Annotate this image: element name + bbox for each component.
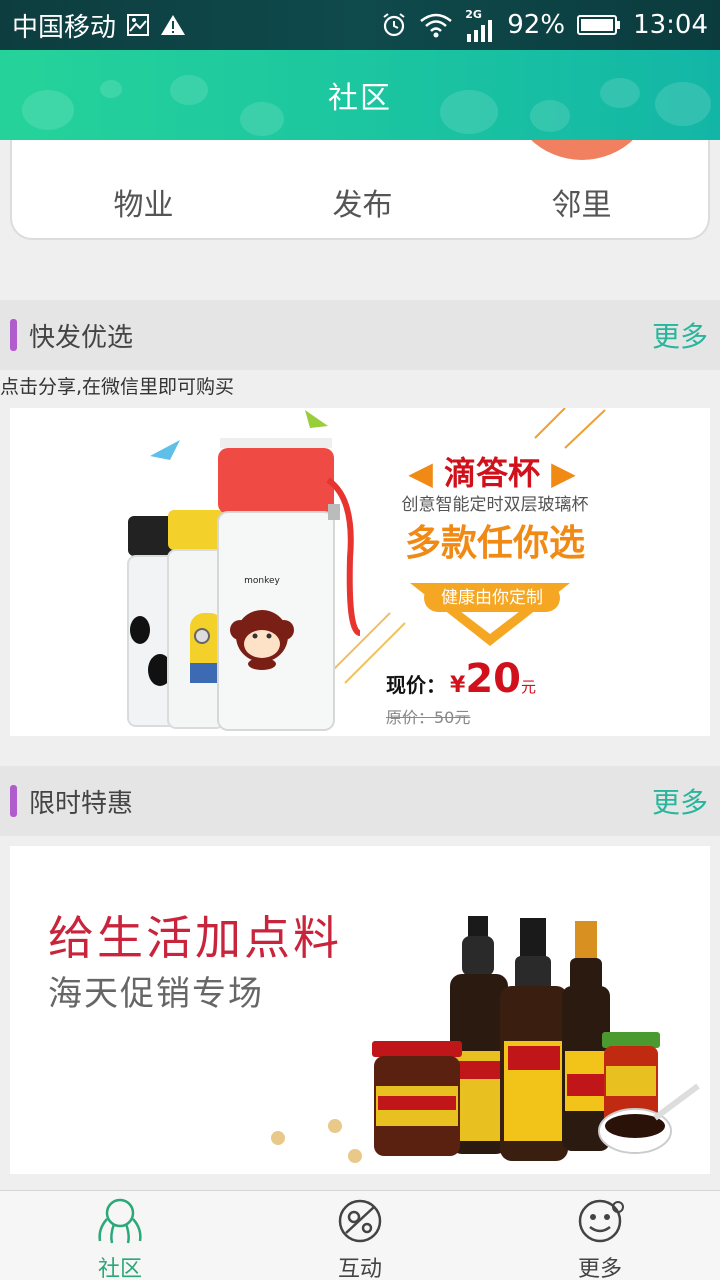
cup-text: monkey bbox=[244, 576, 280, 586]
smile-icon bbox=[574, 1197, 626, 1249]
price-value: 20 bbox=[465, 656, 521, 702]
product-name: ◀ 滴答杯 ▶ bbox=[408, 454, 576, 492]
product-name-text: 滴答杯 bbox=[443, 454, 540, 492]
section-title: 限时特惠 bbox=[29, 788, 134, 819]
section-marker bbox=[10, 319, 17, 351]
app-header: 社区 bbox=[0, 50, 720, 140]
category-label: 邻里 bbox=[551, 188, 612, 223]
cup-illustration bbox=[127, 408, 606, 731]
more-link[interactable]: 更多 bbox=[652, 781, 708, 821]
price-symbol: ¥ bbox=[450, 673, 466, 698]
nav-community[interactable]: 社区 bbox=[0, 1191, 240, 1280]
nav-more[interactable]: 更多 bbox=[480, 1191, 720, 1280]
battery-percent: 92% bbox=[507, 10, 566, 40]
category-label: 发布 bbox=[332, 188, 393, 223]
bottom-navigation: 社区 互动 更多 bbox=[0, 1190, 720, 1280]
section-header-sale: 限时特惠 更多 bbox=[0, 766, 720, 836]
price-unit: 元 bbox=[520, 678, 536, 696]
nav-label: 更多 bbox=[577, 1257, 622, 1280]
share-hint: 点击分享,在微信里即可购买 bbox=[0, 376, 235, 398]
signal-icon: 2G bbox=[465, 9, 495, 42]
page-title: 社区 bbox=[328, 81, 392, 116]
gallery-notification-icon bbox=[126, 13, 150, 37]
category-label: 物业 bbox=[113, 188, 174, 223]
product-slogan: 多款任你选 bbox=[404, 523, 585, 564]
original-price: 原价：50元 bbox=[386, 708, 471, 727]
network-type: 2G bbox=[465, 7, 482, 21]
cup-promo-banner[interactable]: monkey ◀ 滴答杯 ▶ 创意智能定时双层玻璃杯 多款任你选 健康由你定制 … bbox=[10, 408, 710, 736]
price-label: 现价： bbox=[386, 673, 446, 697]
status-bar: 中国移动 2G 92% 13:04 bbox=[0, 0, 720, 50]
section-marker bbox=[10, 785, 17, 817]
nav-label: 互动 bbox=[337, 1257, 382, 1280]
current-price: 现价： ¥ 20 元 bbox=[386, 656, 536, 702]
section-header-quick: 快发优选 更多 bbox=[0, 300, 720, 370]
battery-icon bbox=[577, 14, 621, 36]
wifi-icon bbox=[419, 12, 453, 38]
sauce-products-illustration bbox=[271, 916, 700, 1163]
carrier-label: 中国移动 bbox=[12, 12, 117, 43]
nav-interact[interactable]: 互动 bbox=[240, 1191, 480, 1280]
section-title: 快发优选 bbox=[29, 322, 134, 353]
alarm-icon bbox=[381, 12, 407, 38]
clock: 13:04 bbox=[633, 10, 708, 40]
sauce-promo-banner[interactable]: 给生活加点料 海天促销专场 bbox=[10, 846, 710, 1174]
community-icon bbox=[94, 1197, 146, 1249]
more-link[interactable]: 更多 bbox=[652, 315, 708, 355]
nav-label: 社区 bbox=[97, 1257, 142, 1280]
warning-icon bbox=[160, 13, 186, 37]
interact-icon bbox=[334, 1197, 386, 1249]
product-tag: 健康由你定制 bbox=[424, 584, 560, 612]
product-subtitle: 创意智能定时双层玻璃杯 bbox=[401, 495, 589, 515]
